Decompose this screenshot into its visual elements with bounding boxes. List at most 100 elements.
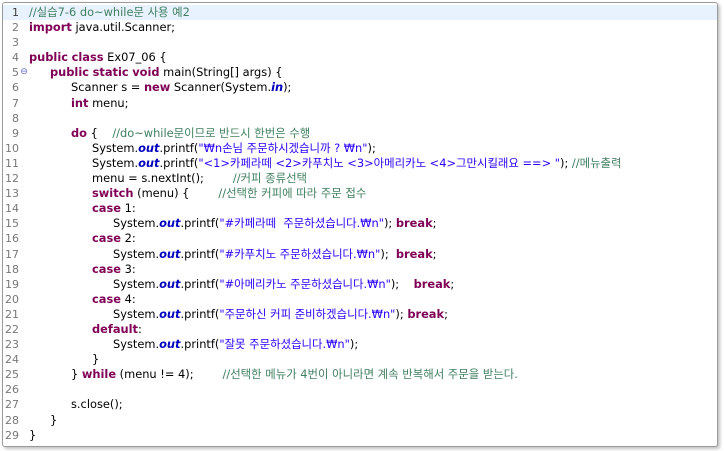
code-line[interactable]: 23 System.out.printf("잘못 주문하셨습니다.₩n"); (3, 337, 717, 352)
code-line[interactable]: 1 //실습7-6 do~while문 사용 예2 (3, 5, 717, 21)
code-text: public class Ex07_06 { (29, 50, 167, 65)
line-number: 25 (5, 368, 19, 382)
code-line[interactable]: 13 switch (menu) { //선택한 커피에 따라 주문 접수 (3, 186, 717, 201)
code-token: "잘못 주문하셨습니다.₩n" (219, 337, 350, 352)
code-token: ); (383, 216, 396, 231)
code-token: int (71, 95, 89, 110)
code-token: (menu) { (133, 186, 219, 201)
line-number: 11 (5, 156, 19, 170)
line-number: 8 (12, 111, 19, 125)
code-token: out (159, 216, 181, 231)
code-token: .printf( (180, 337, 220, 352)
code-line[interactable]: 27 s.close(); (3, 397, 717, 412)
line-number: 9 (12, 126, 19, 140)
code-token: static (92, 65, 129, 80)
line-number: 15 (5, 217, 19, 231)
code-token: //선택한 메뉴가 4번이 아니라면 계속 반복해서 주문을 받는다. (222, 367, 518, 382)
code-text: System.out.printf("<1>카페라떼 <2>카푸치노 <3>아메… (92, 156, 622, 171)
code-token: "#카페라떼 주문하셨습니다.₩n" (219, 216, 384, 231)
fold-toggle-icon[interactable]: ⊖ (20, 65, 28, 80)
code-line[interactable]: 29} (3, 428, 717, 443)
code-line[interactable]: 7 int menu; (3, 96, 717, 111)
code-token: out (159, 306, 181, 321)
line-number: 14 (5, 202, 19, 216)
code-token: void (132, 65, 160, 80)
code-text: System.out.printf("잘못 주문하셨습니다.₩n"); (113, 337, 358, 352)
code-line[interactable]: 26 (3, 382, 717, 397)
code-token: System. (113, 276, 160, 291)
code-token: class (71, 50, 104, 65)
code-token: public (50, 65, 89, 80)
code-token: out (138, 140, 160, 155)
code-line[interactable]: 22 default: (3, 322, 717, 337)
code-token: s.close(); (71, 397, 123, 412)
code-token: menu; (88, 95, 129, 110)
line-number: 16 (5, 232, 19, 246)
code-line[interactable]: 20 case 4: (3, 292, 717, 307)
code-line[interactable]: 24} (3, 352, 717, 367)
line-number: 23 (5, 338, 19, 352)
code-line[interactable]: 6 Scanner s = new Scanner(System.in); (3, 80, 717, 95)
code-text: default: (92, 322, 142, 337)
code-token: break (413, 276, 451, 291)
code-token: .printf( (180, 216, 220, 231)
line-number: 28 (5, 413, 19, 427)
code-line[interactable]: 25 } while (menu != 4); //선택한 메뉴가 4번이 아니라… (3, 367, 717, 382)
line-number: 17 (5, 247, 19, 261)
code-token: System. (113, 246, 160, 261)
code-text: Scanner s = new Scanner(System.in); (71, 80, 291, 95)
code-editor-window: 1 //실습7-6 do~while문 사용 예2 2 import java.uti… (2, 2, 718, 447)
code-token: Scanner s = (71, 80, 144, 95)
code-token: .printf( (180, 246, 220, 261)
code-token: ); (349, 337, 359, 352)
line-number: 10 (5, 141, 19, 155)
code-text: menu = s.nextInt(); //커피 종류선택 (92, 171, 307, 186)
code-editor[interactable]: 1 //실습7-6 do~while문 사용 예2 2 import java.uti… (3, 5, 717, 443)
code-token: menu = s.nextInt(); (92, 171, 233, 186)
code-line[interactable]: 15 System.out.printf("#카페라떼 주문하셨습니다.₩n");… (3, 216, 717, 231)
code-line[interactable]: 16 case 2: (3, 231, 717, 246)
code-line[interactable]: 18 case 3: (3, 262, 717, 277)
code-token: { (86, 125, 113, 140)
code-line[interactable]: 21 System.out.printf("주문하신 커피 준비하겠습니다.₩n"… (3, 307, 717, 322)
code-text: import java.util.Scanner; (29, 20, 175, 35)
code-text: } while (menu != 4); //선택한 메뉴가 4번이 아니라면 … (71, 367, 518, 382)
code-token: out (138, 155, 160, 170)
code-line[interactable]: 10 System.out.printf("₩n손님 주문하시겠습니까 ? ₩n"… (3, 141, 717, 156)
code-line[interactable]: 2 import java.util.Scanner; (3, 20, 717, 35)
code-text: switch (menu) { //선택한 커피에 따라 주문 접수 (92, 186, 366, 201)
code-token: } (50, 412, 58, 427)
code-line[interactable]: 5 ⊖ public static void main(String[] args)… (3, 65, 717, 80)
code-line[interactable]: 9 do { //do~while문이므로 반드시 한번은 수행 (3, 126, 717, 141)
code-text: //실습7-6 do~while문 사용 예2 (29, 5, 190, 20)
code-line[interactable]: 3 (3, 35, 717, 50)
line-number: 7 (12, 96, 19, 110)
code-token: "#카푸치노 주문하셨습니다.₩n" (219, 246, 381, 261)
code-line[interactable]: 11 System.out.printf("<1>카페라떼 <2>카푸치노 <3>… (3, 156, 717, 171)
code-line[interactable]: 8 (3, 111, 717, 126)
line-number: 21 (5, 307, 19, 321)
code-token: .printf( (180, 306, 220, 321)
code-token: ); (367, 140, 376, 155)
code-token: case (92, 201, 121, 216)
code-token: //실습7-6 do~while문 사용 예2 (29, 5, 190, 19)
code-line[interactable]: 4 public class Ex07_06 { (3, 50, 717, 65)
code-line[interactable]: 19 System.out.printf("#아메리카노 주문하셨습니다.₩n")… (3, 277, 717, 292)
code-token: break (395, 216, 433, 231)
code-token: System. (113, 306, 160, 321)
code-line[interactable]: 12 menu = s.nextInt(); //커피 종류선택 (3, 171, 717, 186)
code-token: import (29, 20, 72, 35)
code-token: break (395, 246, 433, 261)
code-line[interactable]: 28} (3, 413, 717, 428)
code-token: System. (92, 140, 139, 155)
line-number: 5 (12, 66, 19, 80)
code-token: switch (92, 186, 134, 201)
code-line[interactable]: 17 System.out.printf("#카푸치노 주문하셨습니다.₩n");… (3, 247, 717, 262)
code-token: "₩n손님 주문하시겠습니까 ? ₩n" (198, 140, 368, 155)
code-token: while (81, 367, 117, 382)
code-token: .printf( (180, 276, 220, 291)
code-token: 2: (120, 231, 136, 246)
line-number: 26 (5, 383, 19, 397)
code-line[interactable]: 14 case 1: (3, 201, 717, 216)
line-number: 18 (5, 262, 19, 276)
